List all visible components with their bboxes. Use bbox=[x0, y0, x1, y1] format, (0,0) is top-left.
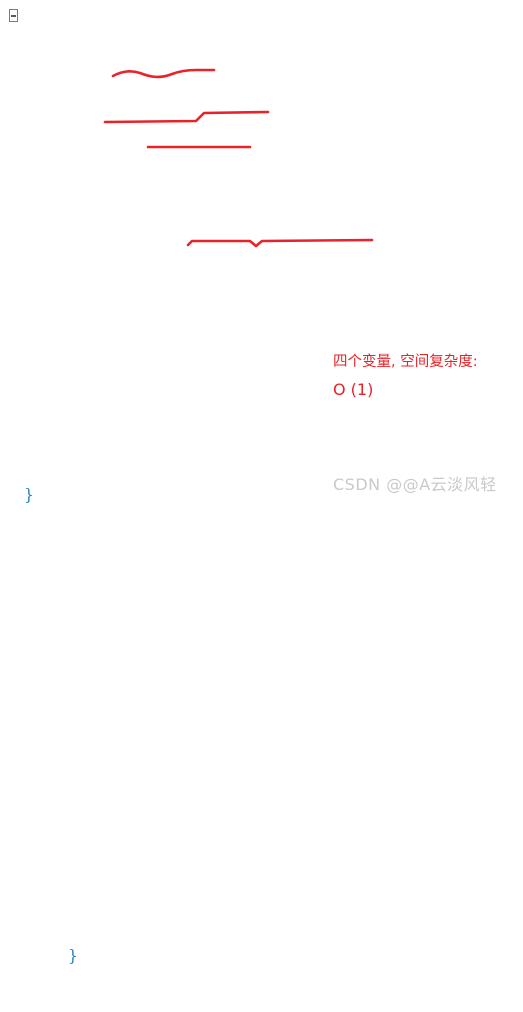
annotation-note-line-1: 四个变量, 空间复杂度: bbox=[333, 354, 478, 370]
annotation-note-line-2: O (1) bbox=[333, 380, 374, 399]
underline-tmp-decl bbox=[186, 238, 374, 248]
code-line: void BubbleSort(int* a, int n){for (int … bbox=[0, 483, 78, 965]
code-line: void BubbleSort(int* a, int n){for (int … bbox=[0, 944, 78, 969]
code-token: } bbox=[68, 947, 79, 965]
underline-exchange-decl bbox=[103, 110, 270, 124]
csdn-watermark: CSDN @@A云淡风轻 bbox=[333, 475, 497, 494]
code-editor[interactable]: void BubbleSort(int* a, int n){for (int … bbox=[0, 0, 523, 965]
code-fold-marker[interactable] bbox=[9, 9, 18, 22]
red-annotation-overlay bbox=[103, 68, 374, 248]
underline-end-init bbox=[111, 68, 216, 79]
code-token: } bbox=[24, 486, 35, 504]
